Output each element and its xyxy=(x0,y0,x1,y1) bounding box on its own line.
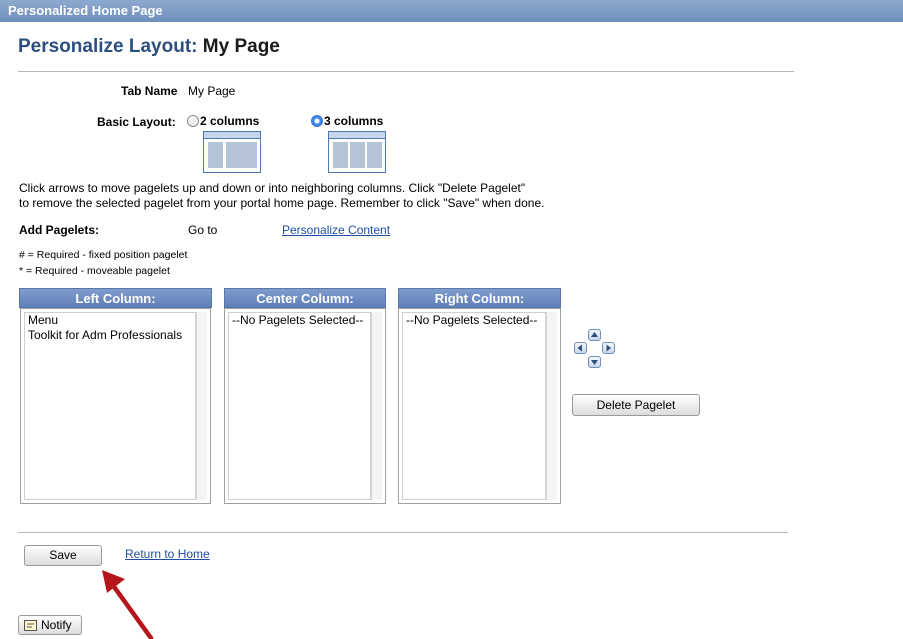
legend-fixed: # = Required - fixed position pagelet xyxy=(19,249,188,261)
thumbnail-column xyxy=(350,142,365,168)
arrow-right-icon xyxy=(606,344,611,352)
radio-2-columns[interactable] xyxy=(187,115,199,127)
list-item[interactable]: --No Pagelets Selected-- xyxy=(403,313,545,328)
center-column-listbox[interactable]: --No Pagelets Selected-- xyxy=(224,308,386,504)
move-down-button[interactable] xyxy=(588,356,601,368)
thumbnail-column xyxy=(333,142,348,168)
move-right-button[interactable] xyxy=(602,342,615,354)
tab-name-value: My Page xyxy=(188,84,236,98)
left-column-header: Left Column: xyxy=(19,288,212,308)
delete-pagelet-button[interactable]: Delete Pagelet xyxy=(572,394,700,416)
radio-3-columns[interactable] xyxy=(311,115,323,127)
instructions: Click arrows to move pagelets up and dow… xyxy=(19,181,619,211)
list-item[interactable]: Toolkit for Adm Professionals xyxy=(25,328,195,343)
thumbnail-header xyxy=(329,132,385,139)
thumbnail-column xyxy=(367,142,382,168)
left-column-listbox[interactable]: Menu Toolkit for Adm Professionals xyxy=(20,308,211,504)
listbox-items: Menu Toolkit for Adm Professionals xyxy=(24,312,196,500)
listbox-scrollbar[interactable] xyxy=(371,312,382,500)
title-divider xyxy=(18,71,794,72)
notify-label: Notify xyxy=(41,618,72,632)
notify-icon xyxy=(24,620,37,631)
three-column-layout-thumbnail[interactable] xyxy=(328,131,386,173)
save-button[interactable]: Save xyxy=(24,545,102,566)
go-to-label: Go to xyxy=(188,223,218,237)
listbox-scrollbar[interactable] xyxy=(546,312,557,500)
two-column-layout-thumbnail[interactable] xyxy=(203,131,261,173)
bottom-divider xyxy=(18,532,788,533)
notify-button[interactable]: Notify xyxy=(18,615,82,635)
listbox-items: --No Pagelets Selected-- xyxy=(402,312,546,500)
right-column-header: Right Column: xyxy=(398,288,561,308)
radio-2-columns-label[interactable]: 2 columns xyxy=(200,114,259,128)
legend-moveable: * = Required - moveable pagelet xyxy=(19,265,170,277)
thumbnail-column xyxy=(208,142,223,168)
app-title: Personalized Home Page xyxy=(8,3,163,18)
red-arrow-icon xyxy=(102,570,154,639)
thumbnail-header xyxy=(204,132,260,139)
list-item[interactable]: Menu xyxy=(25,313,195,328)
add-pagelets-label: Add Pagelets: xyxy=(19,223,100,237)
return-to-home-link[interactable]: Return to Home xyxy=(125,547,210,561)
radio-3-columns-label[interactable]: 3 columns xyxy=(324,114,383,128)
listbox-items: --No Pagelets Selected-- xyxy=(228,312,371,500)
listbox-scrollbar[interactable] xyxy=(196,312,207,500)
thumbnail-column xyxy=(226,142,257,168)
arrow-up-icon xyxy=(591,332,598,337)
basic-layout-label: Basic Layout: xyxy=(97,115,176,129)
move-up-button[interactable] xyxy=(588,329,601,341)
arrow-down-icon xyxy=(591,360,598,365)
arrow-left-icon xyxy=(577,344,582,352)
page-title: Personalize Layout: My Page xyxy=(18,36,280,58)
tab-name-label: Tab Name xyxy=(121,84,178,98)
list-item[interactable]: --No Pagelets Selected-- xyxy=(229,313,370,328)
instructions-line-2: to remove the selected pagelet from your… xyxy=(19,196,545,210)
right-column-listbox[interactable]: --No Pagelets Selected-- xyxy=(398,308,561,504)
page-title-prefix: Personalize Layout: xyxy=(18,36,198,57)
app-header-bar: Personalized Home Page xyxy=(0,0,903,22)
move-left-button[interactable] xyxy=(574,342,587,354)
page-title-name: My Page xyxy=(202,36,280,57)
personalize-content-link[interactable]: Personalize Content xyxy=(282,223,390,237)
instructions-line-1: Click arrows to move pagelets up and dow… xyxy=(19,181,526,195)
center-column-header: Center Column: xyxy=(224,288,386,308)
